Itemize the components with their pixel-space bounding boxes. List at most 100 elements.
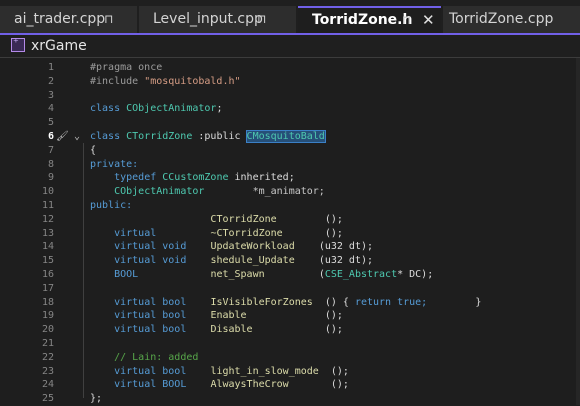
- keyword: virtual bool: [114, 296, 187, 308]
- punct: (u32 dt);: [318, 255, 374, 267]
- identifier: inherited;: [228, 172, 295, 184]
- project-icon: ⁺: [11, 36, 25, 52]
- tab-torridzone-h[interactable]: TorridZone.h ⊓ ✕: [298, 6, 441, 33]
- punct: * DC);: [397, 269, 434, 280]
- code-line: 22 // Lain: added: [0, 351, 580, 365]
- tab-label: TorridZone.cpp: [449, 11, 554, 27]
- line-number: 18: [41, 296, 54, 308]
- code-line: 25 };: [0, 392, 580, 406]
- punct: (u32 dt);: [318, 241, 374, 253]
- punct: ;: [216, 103, 223, 115]
- code-line: 16 BOOL net_Spawn (CSE_Abstract* DC);: [0, 268, 580, 282]
- tab-torridzone-cpp[interactable]: TorridZone.cpp: [443, 6, 580, 33]
- selected-base-class[interactable]: CMosquitoBald: [245, 130, 326, 143]
- punct: ();: [324, 227, 343, 239]
- code-line: 11 public:: [0, 199, 580, 213]
- keyword: class: [90, 103, 127, 115]
- code-line: 17: [0, 282, 580, 296]
- function: Enable: [210, 310, 247, 322]
- code-line-current: 6 🖌 ⌄ class CTorridZone :public CMosquit…: [0, 130, 580, 144]
- type: CCustomZone: [162, 172, 229, 184]
- code-editor[interactable]: 1 #pragma once 2 #include "mosquitobald.…: [0, 58, 580, 405]
- pin-icon[interactable]: ⊓: [257, 6, 266, 33]
- function: IsVisibleForZones: [210, 296, 313, 308]
- type: CObjectAnimator: [114, 186, 205, 198]
- keyword: class: [90, 131, 127, 142]
- tab-label: ai_trader.cpp: [14, 11, 106, 27]
- pin-icon[interactable]: ⊓: [104, 6, 113, 33]
- tab-ai-trader[interactable]: ai_trader.cpp ⊓: [0, 6, 137, 33]
- line-number: 1: [47, 62, 54, 73]
- project-bar[interactable]: ⁺ xrGame: [0, 35, 580, 58]
- code-line: 21: [0, 337, 580, 351]
- line-number: 20: [41, 324, 54, 336]
- code-line: 19 virtual bool Enable ();: [0, 309, 580, 323]
- line-number: 5: [47, 117, 54, 129]
- code-line: 4 class CObjectAnimator;: [0, 102, 580, 116]
- line-number: 23: [41, 365, 54, 377]
- type: CTorridZone: [126, 131, 193, 142]
- vertical-scrollbar[interactable]: [576, 58, 580, 405]
- line-number: 22: [41, 351, 54, 363]
- punct: ();: [324, 213, 343, 225]
- line-number: 11: [41, 200, 54, 211]
- line-number: 17: [41, 282, 54, 294]
- line-number: 12: [41, 213, 54, 225]
- preprocessor: #include: [90, 75, 145, 87]
- code-line: 2 #include "mosquitobald.h": [0, 75, 580, 89]
- function: net_Spawn: [210, 269, 265, 280]
- line-number: 2: [47, 75, 54, 87]
- code-line: 18 virtual bool IsVisibleForZones () { r…: [0, 296, 580, 310]
- punct: () {: [324, 296, 355, 308]
- keyword: virtual bool: [114, 310, 187, 322]
- tab-bar: ai_trader.cpp ⊓ Level_input.cpp ⊓ Torrid…: [0, 0, 580, 34]
- code-line: 24 virtual BOOL AlwaysTheCrow ();: [0, 378, 580, 392]
- close-icon[interactable]: ✕: [422, 8, 435, 33]
- keyword: private:: [90, 158, 139, 170]
- keyword: virtual void: [114, 241, 187, 253]
- line-number: 16: [41, 269, 54, 280]
- punct: }: [475, 296, 482, 308]
- function: Disable: [210, 324, 253, 336]
- punct: {: [90, 144, 97, 156]
- function: UpdateWorkload: [210, 241, 295, 253]
- function: light_in_slow_mode: [210, 365, 319, 377]
- tab-label: TorridZone.h: [312, 12, 413, 28]
- code-line: 8 private:: [0, 158, 580, 172]
- type: CObjectAnimator: [126, 103, 217, 115]
- punct: ();: [324, 310, 343, 322]
- tab-level-input[interactable]: Level_input.cpp ⊓: [139, 6, 296, 33]
- code-line: 23 virtual bool light_in_slow_mode ();: [0, 365, 580, 379]
- brush-icon[interactable]: 🖌: [56, 130, 69, 144]
- keyword: BOOL: [114, 269, 139, 280]
- line-number: 15: [41, 255, 54, 267]
- string: "mosquitobald.h": [144, 75, 241, 87]
- pin-icon[interactable]: ⊓: [402, 8, 412, 33]
- function: shedule_Update: [210, 255, 295, 267]
- collapse-icon[interactable]: ⌄: [74, 130, 80, 144]
- line-number: 13: [41, 227, 54, 239]
- line-number: 7: [47, 144, 54, 156]
- code-line: 1 #pragma once: [0, 61, 580, 75]
- code-line: 3: [0, 89, 580, 103]
- keyword: virtual bool: [114, 324, 187, 336]
- type: CSE_Abstract: [324, 269, 398, 280]
- line-number: 14: [41, 241, 54, 253]
- line-number: 9: [47, 172, 54, 184]
- line-number: 24: [41, 379, 54, 391]
- keyword: public:: [90, 200, 133, 211]
- tab-label: Level_input.cpp: [153, 11, 263, 27]
- code-line: 14 virtual void UpdateWorkload (u32 dt);: [0, 240, 580, 254]
- line-number: 19: [41, 310, 54, 322]
- line-number: 8: [47, 158, 54, 170]
- keyword: virtual void: [114, 255, 187, 267]
- code-line: 7 {: [0, 144, 580, 158]
- punct: :public: [192, 131, 247, 142]
- identifier: *m_animator;: [252, 186, 325, 198]
- code-line: 20 virtual bool Disable ();: [0, 323, 580, 337]
- preprocessor: #pragma once: [90, 62, 163, 73]
- code-line: 5: [0, 116, 580, 130]
- code-line: 13 virtual ~CTorridZone ();: [0, 227, 580, 241]
- punct: ();: [330, 365, 349, 377]
- keyword: true;: [391, 296, 428, 308]
